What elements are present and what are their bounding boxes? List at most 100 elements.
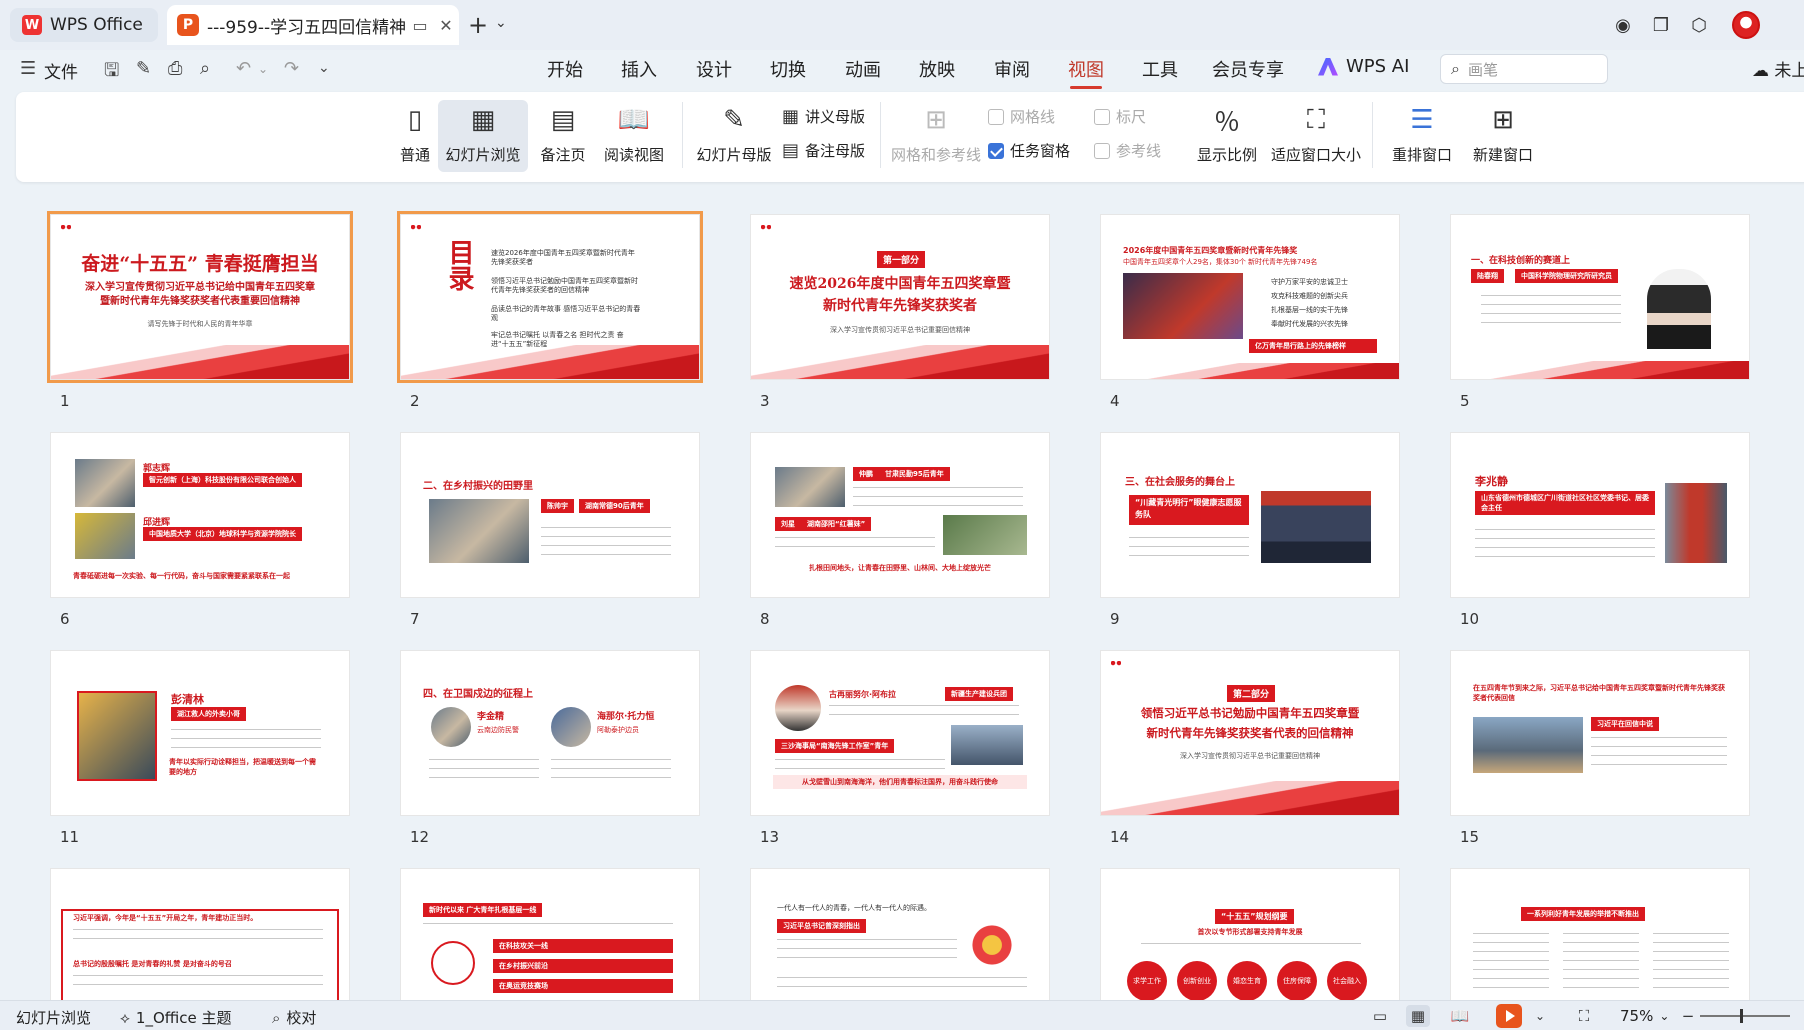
- close-tab-icon[interactable]: ✕: [433, 16, 459, 35]
- slide-thumbnail[interactable]: 三、在社会服务的舞台上 “川藏青光明行”眼健康志愿服务队 9: [1100, 432, 1400, 628]
- notes-master-button[interactable]: ▤ 备注母版: [782, 140, 865, 161]
- play-slideshow-button[interactable]: [1496, 1004, 1522, 1028]
- slide-thumbnail[interactable]: 李兆静 山东省德州市德城区广川街道社区社区党委书记、居委会主任 10: [1450, 432, 1750, 628]
- format-painter-icon[interactable]: ✎: [136, 58, 151, 79]
- slide-thumbnail[interactable]: 一系列利好青年发展的举措不断推出: [1450, 868, 1750, 1000]
- slide-thumbnail[interactable]: 二、在乡村振兴的田野里 陈帅宇 湖南常德90后青年 7: [400, 432, 700, 628]
- undo-dropdown-icon[interactable]: ⌄: [258, 62, 268, 76]
- normal-view-button[interactable]: ▯ 普通: [388, 100, 442, 172]
- view-mode-status[interactable]: 幻灯片浏览: [16, 1007, 91, 1028]
- slide-thumbnail[interactable]: 2026年度中国青年五四奖章暨新时代青年先锋奖 中国青年五四奖章个人29名，集体…: [1100, 214, 1400, 410]
- reading-view-icon[interactable]: 📖: [1448, 1005, 1472, 1027]
- notes-page-button[interactable]: ▤ 备注页: [532, 100, 594, 172]
- normal-view-icon[interactable]: ▭: [1368, 1005, 1392, 1027]
- slide-subtitle: 暨新时代青年先锋奖获奖者代表重要回信精神: [100, 296, 300, 307]
- print-preview-icon[interactable]: ⌕: [200, 58, 210, 79]
- slide-browse-button[interactable]: ▦ 幻灯片浏览: [438, 100, 528, 172]
- guides-checkbox[interactable]: 参考线: [1094, 140, 1161, 161]
- tab-slideshow[interactable]: 放映: [919, 56, 955, 82]
- theme-status[interactable]: ⟡ 1_Office 主题: [120, 1007, 232, 1028]
- slide-thumbnail[interactable]: 古再丽努尔·阿布拉 新疆生产建设兵团 三沙海事局“南海先锋工作室”青年 从戈壁雪…: [750, 650, 1050, 846]
- slide-thumbnail[interactable]: 仲鹏 甘肃民勤95后青年 刘星 湖南邵阳“红薯妹” 扎根田间地头，让青春在田野里…: [750, 432, 1050, 628]
- wps-ai-icon: [1318, 57, 1338, 76]
- cloud-status[interactable]: ☁ 未上: [1752, 56, 1804, 81]
- presentation-file-icon: P: [177, 14, 199, 36]
- slide-thumbnail[interactable]: 彭清林 湖江救人的外卖小哥 青年以实际行动诠释担当，把温暖送到每一个需要的地方 …: [50, 650, 350, 846]
- grid-guides-button[interactable]: ⊞ 网格和参考线: [888, 100, 984, 172]
- gridlines-checkbox[interactable]: 网格线: [988, 106, 1055, 127]
- slide-sorter-icon[interactable]: ▦: [1406, 1005, 1430, 1027]
- wps-ai-button[interactable]: WPS AI: [1318, 56, 1409, 77]
- slide-decoration: [61, 225, 71, 230]
- slide-thumbnail[interactable]: 郭志辉 智元创新（上海）科技股份有限公司联合创始人 邱进辉 中国地质大学（北京）…: [50, 432, 350, 628]
- fit-to-window-icon[interactable]: ⛶: [1572, 1005, 1596, 1027]
- slide-thumbnail[interactable]: 在五四青年节到来之际，习近平总书记给中国青年五四奖章暨新时代青年先锋奖获奖者代表…: [1450, 650, 1750, 846]
- new-window-button[interactable]: ⊞ 新建窗口: [1468, 100, 1538, 172]
- file-menu[interactable]: 文件: [44, 58, 78, 83]
- ai-assistant-icon[interactable]: ◉: [1610, 12, 1636, 38]
- cube-icon[interactable]: ⬡: [1686, 12, 1712, 38]
- tab-review[interactable]: 审阅: [994, 56, 1030, 82]
- slide-thumbnail[interactable]: “十五五”规划纲要 首次以专节形式部署支持青年发展 求学工作 创新创业 婚恋生育…: [1100, 868, 1400, 1000]
- proofing-status[interactable]: ⌕ 校对: [272, 1007, 316, 1028]
- slide-thumbnail[interactable]: 第一部分 速览2026年度中国青年五四奖章暨 新时代青年先锋奖获奖者 深入学习宣…: [750, 214, 1050, 410]
- slide-master-label: 幻灯片母版: [696, 146, 772, 164]
- slide-number: 8: [760, 610, 770, 628]
- tab-transition[interactable]: 切换: [770, 56, 806, 82]
- new-tab-icon[interactable]: +: [468, 11, 488, 39]
- fit-window-icon: ⛶: [1306, 104, 1326, 135]
- slide-subtitle: 首次以专节形式部署支持青年发展: [1197, 928, 1303, 936]
- slideshow-dropdown-icon[interactable]: ⌄: [1528, 1005, 1552, 1027]
- hamburger-menu-icon[interactable]: ☰: [20, 58, 36, 79]
- tab-start[interactable]: 开始: [547, 56, 583, 82]
- rearrange-window-button[interactable]: ☰ 重排窗口: [1382, 100, 1462, 172]
- reading-view-button[interactable]: 📖 阅读视图: [594, 100, 674, 172]
- undo-icon[interactable]: ↶: [236, 58, 251, 79]
- tab-tools[interactable]: 工具: [1142, 56, 1178, 82]
- tab-insert[interactable]: 插入: [621, 56, 657, 82]
- person-photo: [775, 685, 821, 731]
- search-input[interactable]: ⌕ 画笔: [1440, 54, 1608, 84]
- tab-design[interactable]: 设计: [696, 56, 732, 82]
- slide-thumbnail[interactable]: 奋进“十五五” 青春挺膺担当 深入学习宣传贯彻习近平总书记给中国青年五四奖章 暨…: [47, 211, 353, 410]
- monitor-icon[interactable]: ▭: [407, 16, 433, 35]
- slide-thumbnail[interactable]: 一、在科技创新的赛道上 陆春翔 中国科学院物理研究所研究员 5: [1450, 214, 1750, 410]
- ruler-label: 标尺: [1116, 108, 1147, 126]
- slide-14-preview: 第二部分 领悟习近平总书记勉励中国青年五四奖章暨 新时代青年先锋奖获奖者代表的回…: [1100, 650, 1400, 816]
- slide-thumbnail[interactable]: 新时代以来 广大青年扎根基层一线 在科技攻关一线 在乡村振兴前沿 在奥运竞技赛场: [400, 868, 700, 1000]
- quick-access-more-icon[interactable]: ⌄: [318, 60, 330, 76]
- quote-label: 习近平总书记曾深刻指出: [777, 919, 866, 933]
- slide-thumbnail[interactable]: 四、在卫国戍边的征程上 李金精 云南边防民警 海那尔·托力恒 阿勒泰护边员 12: [400, 650, 700, 846]
- task-pane-checkbox[interactable]: 任务窗格: [988, 140, 1070, 161]
- document-tab[interactable]: P ---959--学习五四回信精神.p ▭ ✕: [167, 5, 459, 45]
- zoom-level[interactable]: 75% ⌄: [1620, 1007, 1669, 1025]
- wps-home-tab[interactable]: W WPS Office: [10, 8, 158, 42]
- fit-window-button[interactable]: ⛶ 适应窗口大小: [1268, 100, 1364, 172]
- tab-member[interactable]: 会员专享: [1212, 56, 1284, 82]
- user-avatar[interactable]: [1732, 11, 1760, 39]
- window-tile-icon[interactable]: ❐: [1648, 12, 1674, 38]
- tab-view[interactable]: 视图: [1068, 56, 1104, 89]
- print-icon[interactable]: ⎙: [168, 58, 182, 79]
- zoom-slider-handle[interactable]: [1740, 1009, 1743, 1023]
- slide-master-button[interactable]: ✎ 幻灯片母版: [692, 100, 776, 172]
- slide-thumbnail[interactable]: 第二部分 领悟习近平总书记勉励中国青年五四奖章暨 新时代青年先锋奖获奖者代表的回…: [1100, 650, 1400, 846]
- ruler-checkbox[interactable]: 标尺: [1094, 106, 1146, 127]
- zoom-out-icon[interactable]: −: [1676, 1005, 1700, 1027]
- zoom-ratio-button[interactable]: ％ 显示比例: [1192, 100, 1262, 172]
- redo-icon[interactable]: ↷: [284, 58, 299, 79]
- grid-guides-label: 网格和参考线: [890, 146, 981, 164]
- slide-thumbnail[interactable]: 目录 速览2026年度中国青年五四奖章暨新时代青年先锋奖获奖者 领悟习近平总书记…: [397, 211, 703, 410]
- person-photo: [431, 707, 471, 747]
- slide-number: 13: [760, 828, 780, 846]
- person-role: 智元创新（上海）科技股份有限公司联合创始人: [143, 473, 302, 487]
- theme-icon: ⟡: [120, 1008, 130, 1027]
- slide-thumbnail[interactable]: 一代人有一代人的青春，一代人有一代人的际遇。 习近平总书记曾深刻指出: [750, 868, 1050, 1000]
- handout-master-button[interactable]: ▦ 讲义母版: [782, 106, 865, 127]
- slide-thumbnail[interactable]: 习近平强调，今年是“十五五”开局之年，青年建功正当时。 总书记的殷殷嘱托 是对青…: [50, 868, 350, 1000]
- slide-1-preview: 奋进“十五五” 青春挺膺担当 深入学习宣传贯彻习近平总书记给中国青年五四奖章 暨…: [47, 211, 353, 383]
- save-icon[interactable]: 🖫: [104, 58, 119, 88]
- zoom-slider-track[interactable]: [1700, 1015, 1790, 1017]
- tab-list-chevron-icon[interactable]: ⌄: [495, 15, 507, 31]
- tab-animation[interactable]: 动画: [845, 56, 881, 82]
